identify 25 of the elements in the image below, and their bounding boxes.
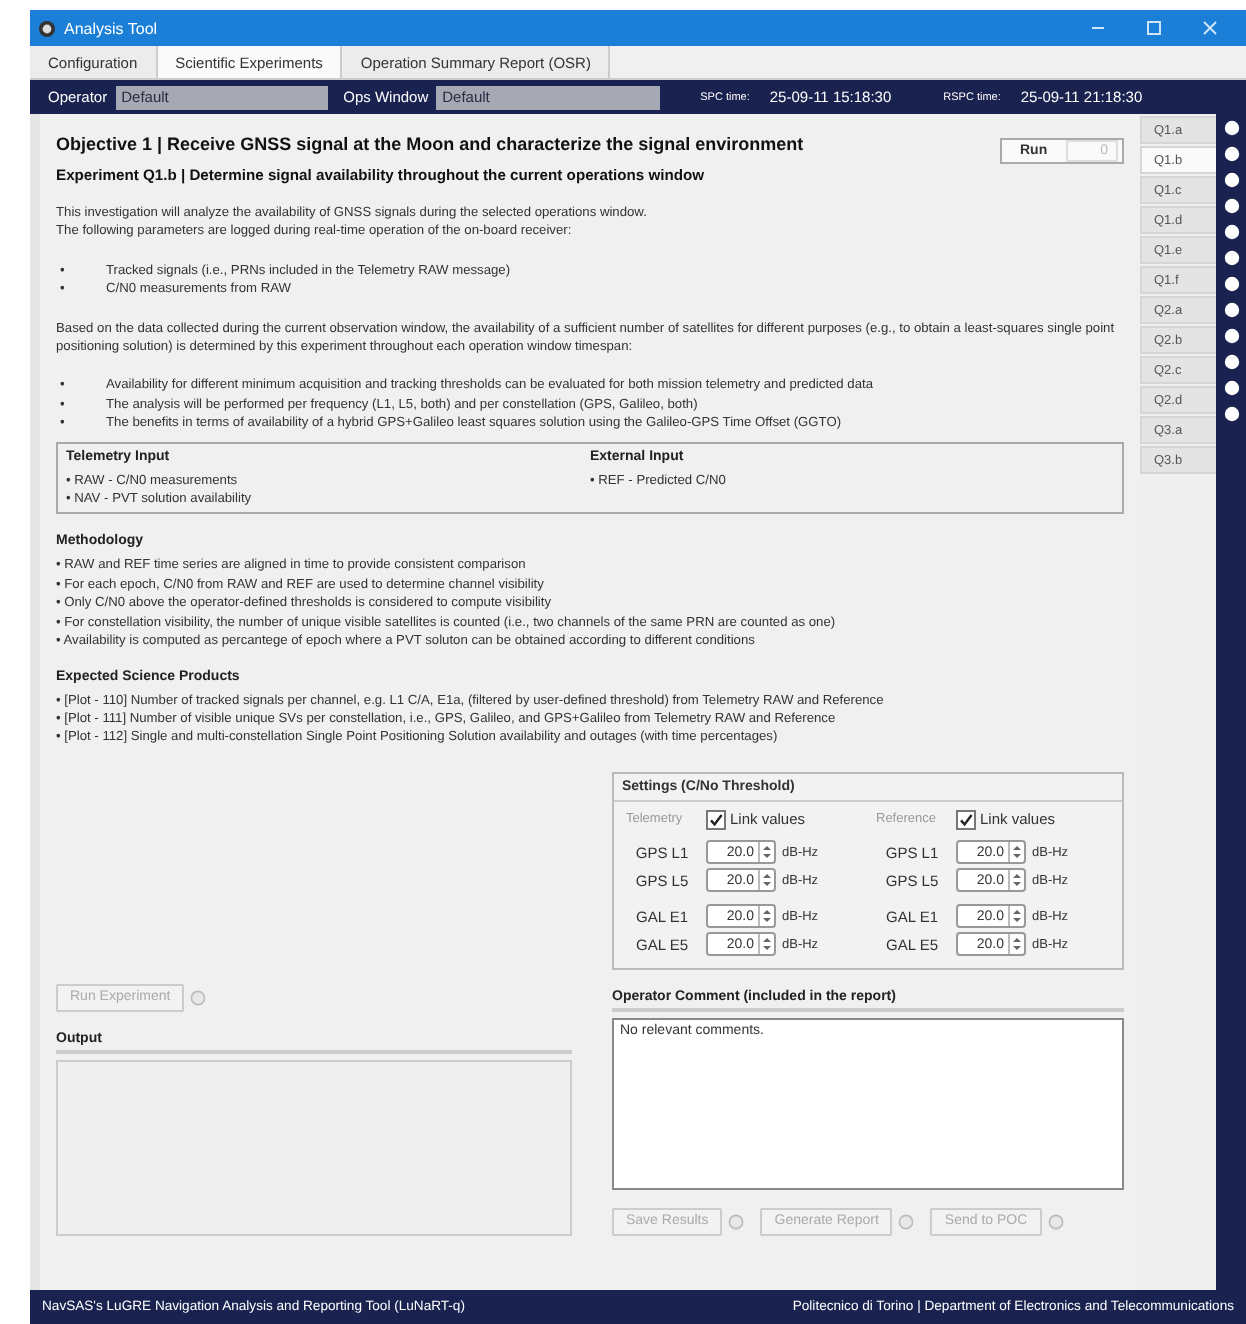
app-icon: [38, 19, 56, 37]
maximize-icon[interactable]: [1146, 20, 1162, 36]
indicator-light: [1223, 198, 1239, 214]
window-title: Analysis Tool: [64, 19, 160, 37]
status-lamp-icon: [1047, 1213, 1064, 1230]
indicator-light: [1223, 224, 1239, 240]
indicator-light: [1223, 146, 1239, 162]
check-icon: [708, 811, 724, 828]
objective-title: Objective 1 | Receive GNSS signal at the Moon and characterize the signal environment: [56, 134, 804, 154]
indicator-light: [1223, 302, 1239, 318]
indicator-light: [1223, 172, 1239, 188]
close-icon[interactable]: [1202, 20, 1218, 36]
indicator-light: [1223, 276, 1239, 292]
indicator-light: [1223, 250, 1239, 266]
status-lamp-icon: [898, 1213, 915, 1230]
check-icon: [958, 811, 974, 828]
indicator-light: [1223, 354, 1239, 370]
indicator-light: [1223, 406, 1239, 422]
status-lamp-icon: [728, 1213, 745, 1230]
status-lamp-icon: [190, 989, 207, 1006]
checkbox[interactable]: [706, 809, 726, 830]
indicator-light: [1223, 120, 1239, 136]
indicator-light: [1223, 380, 1239, 396]
checkbox[interactable]: [956, 809, 976, 830]
indicator-light: [1223, 328, 1239, 344]
